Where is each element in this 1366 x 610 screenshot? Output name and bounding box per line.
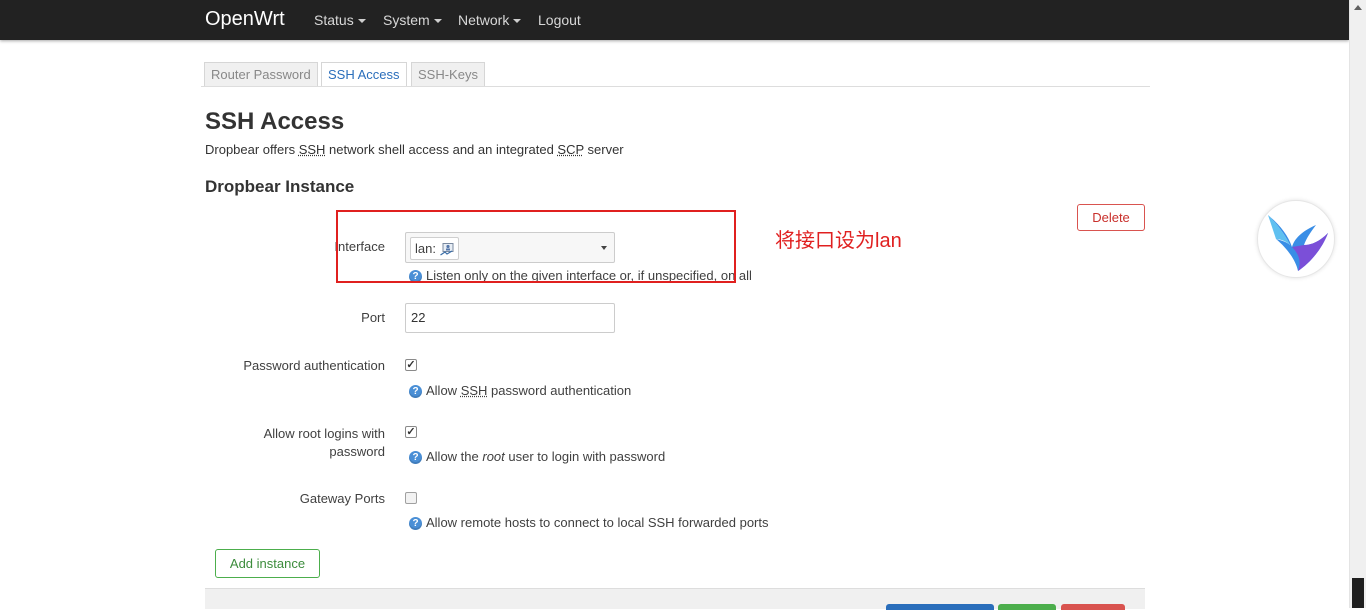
chevron-down-icon	[433, 19, 442, 24]
menu-status-label: Status	[314, 12, 354, 28]
description-text: Dropbear offers	[205, 142, 299, 157]
gateway-ports-label: Gateway Ports	[299, 491, 385, 506]
delete-button[interactable]: Delete	[1077, 204, 1145, 231]
menu-system[interactable]: System	[383, 12, 442, 28]
tab-ssh-keys[interactable]: SSH-Keys	[411, 62, 485, 86]
help-text: password authentication	[487, 383, 632, 398]
port-input[interactable]: 22	[405, 303, 615, 333]
brand-logo[interactable]: OpenWrt	[205, 8, 285, 31]
bird-icon	[1268, 215, 1328, 271]
password-auth-label: Password authentication	[243, 358, 385, 373]
annotation-highlight-box	[336, 210, 736, 283]
tab-router-password[interactable]: Router Password	[204, 62, 318, 86]
help-icon: ?	[409, 385, 422, 399]
vertical-scrollbar[interactable]	[1349, 0, 1366, 608]
gateway-ports-help-text: Allow remote hosts to connect to local S…	[426, 515, 769, 530]
logout-link[interactable]: Logout	[538, 12, 581, 28]
bird-assistant-icon[interactable]	[1257, 200, 1335, 278]
abbr-scp: SCP	[557, 142, 584, 157]
port-label: Port	[361, 310, 385, 325]
menu-network[interactable]: Network	[458, 12, 522, 28]
save-button[interactable]	[998, 604, 1056, 610]
gateway-ports-help: ? Allow remote hosts to connect to local …	[409, 515, 769, 531]
root-login-label-line1: Allow root logins with	[263, 426, 385, 441]
tab-ssh-access[interactable]: SSH Access	[321, 62, 407, 87]
add-instance-button[interactable]: Add instance	[215, 549, 320, 578]
description-text: network shell access and an integrated	[325, 142, 558, 157]
gateway-ports-checkbox[interactable]	[405, 492, 417, 504]
tabs-divider	[201, 86, 1150, 87]
abbr-ssh: SSH	[460, 383, 488, 398]
root-login-label-line2: password	[329, 444, 385, 459]
help-icon: ?	[409, 451, 422, 465]
root-login-help: ? Allow the root user to login with passw…	[409, 449, 666, 465]
help-text: Allow the	[426, 449, 483, 464]
scrollbar-thumb[interactable]	[1352, 578, 1364, 608]
menu-system-label: System	[383, 12, 430, 28]
save-apply-button[interactable]	[886, 604, 994, 610]
scroll-up-arrow-icon[interactable]	[1354, 5, 1362, 10]
help-emphasis: root	[482, 449, 505, 464]
chevron-down-icon	[357, 19, 366, 24]
section-title: Dropbear Instance	[205, 177, 355, 196]
password-auth-checkbox[interactable]: ✓	[405, 359, 417, 371]
top-navbar: OpenWrt Status System Network Logout	[0, 0, 1349, 40]
chevron-down-icon	[513, 19, 522, 24]
help-text: user to login with password	[504, 449, 666, 464]
abbr-ssh: SSH	[298, 142, 326, 157]
help-text: Allow	[426, 383, 461, 398]
root-login-label: Allow root logins with password	[200, 425, 385, 461]
help-icon: ?	[409, 517, 422, 531]
root-login-checkbox[interactable]: ✓	[405, 426, 417, 438]
reset-button[interactable]	[1061, 604, 1125, 610]
page-title: SSH Access	[205, 108, 345, 135]
description-text: server	[583, 142, 624, 157]
annotation-text: 将接口设为lan	[775, 230, 902, 252]
menu-status[interactable]: Status	[314, 12, 366, 28]
menu-network-label: Network	[458, 12, 510, 28]
password-auth-help: ? Allow SSH password authentication	[409, 383, 632, 399]
page-description: Dropbear offers SSH network shell access…	[205, 142, 624, 157]
